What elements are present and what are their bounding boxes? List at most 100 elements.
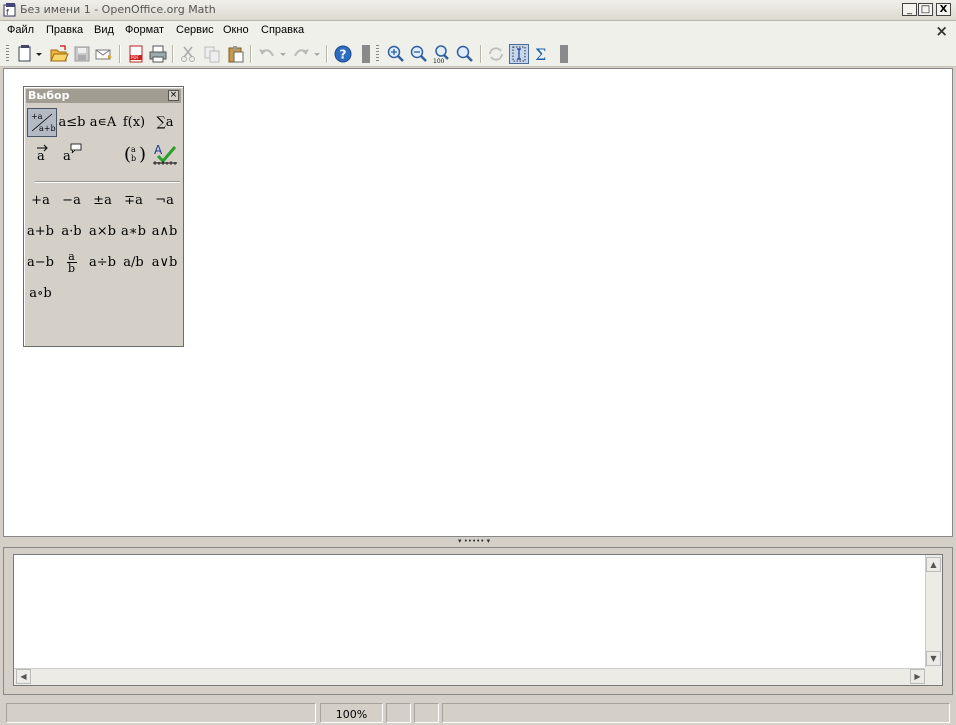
- svg-text:PDF: PDF: [131, 55, 139, 60]
- zoom-in-button[interactable]: [386, 44, 406, 64]
- menu-file[interactable]: Файл: [7, 24, 34, 36]
- op-division[interactable]: a÷b: [87, 251, 118, 275]
- zoom-status[interactable]: 100%: [320, 703, 383, 723]
- category-brackets[interactable]: ( ) a b: [119, 139, 149, 168]
- new-document-button[interactable]: [16, 44, 42, 64]
- category-unary-binary[interactable]: +a a+b: [27, 108, 57, 137]
- menu-view[interactable]: Вид: [94, 24, 114, 36]
- scroll-down-icon[interactable]: ▼: [926, 651, 941, 666]
- redo-button[interactable]: [290, 44, 320, 64]
- email-icon: [95, 49, 112, 60]
- menu-edit[interactable]: Правка: [46, 24, 83, 36]
- elements-button[interactable]: Σ: [532, 44, 552, 64]
- undo-button[interactable]: [256, 44, 286, 64]
- scissors-icon: [181, 46, 195, 62]
- speech-bubble-icon: a: [63, 143, 82, 164]
- close-document-icon[interactable]: ×: [935, 22, 948, 40]
- op-and[interactable]: a∧b: [149, 220, 180, 244]
- vertical-scrollbar[interactable]: ▲ ▼: [925, 555, 942, 668]
- menu-help[interactable]: Справка: [261, 24, 304, 36]
- op-fraction[interactable]: a b: [56, 251, 87, 275]
- formula-cursor-button[interactable]: [509, 44, 529, 64]
- help-button[interactable]: ?: [333, 44, 353, 64]
- paste-button[interactable]: [226, 44, 246, 64]
- toolbar-grip-icon[interactable]: [6, 45, 9, 63]
- save-button[interactable]: [72, 44, 92, 64]
- command-input[interactable]: ▲ ▼ ◀ ▶: [13, 554, 943, 686]
- svg-text:+a: +a: [31, 112, 43, 121]
- op-subtraction[interactable]: a−b: [25, 251, 56, 275]
- toolbar-separator: [250, 45, 252, 63]
- palette-titlebar[interactable]: Выбор ×: [26, 89, 181, 103]
- pane-splitter[interactable]: ▾ ••••• ▾: [0, 537, 956, 547]
- toolbar-grip-icon[interactable]: [376, 45, 379, 63]
- toolbar-separator: [480, 45, 482, 63]
- op-unary-minus[interactable]: −a: [56, 189, 87, 213]
- op-addition[interactable]: a+b: [25, 220, 56, 244]
- scroll-right-icon[interactable]: ▶: [910, 669, 925, 684]
- menu-tools[interactable]: Сервис: [176, 24, 214, 36]
- export-pdf-button[interactable]: PDF: [126, 44, 146, 64]
- category-operators[interactable]: ∑a: [150, 108, 180, 137]
- category-functions[interactable]: f(x): [119, 108, 149, 137]
- close-window-button[interactable]: X: [936, 3, 951, 16]
- scroll-left-icon[interactable]: ◀: [16, 669, 31, 684]
- zoom-100-button[interactable]: 100: [432, 44, 452, 64]
- svg-text:(: (: [124, 144, 131, 165]
- scroll-up-icon[interactable]: ▲: [926, 557, 941, 572]
- toolbar-overflow-icon[interactable]: [362, 45, 370, 63]
- show-all-button[interactable]: [455, 44, 475, 64]
- fraction-numerator: a: [68, 250, 75, 263]
- op-dot-product[interactable]: a·b: [56, 220, 87, 244]
- email-button[interactable]: [94, 44, 114, 64]
- update-button[interactable]: [486, 44, 506, 64]
- svg-text:A: A: [154, 143, 163, 157]
- horizontal-scrollbar[interactable]: ◀ ▶: [14, 668, 927, 685]
- menu-bar: Файл Правка Вид Формат Сервис Окно Справ…: [0, 21, 956, 41]
- toolbar-overflow-icon[interactable]: [560, 45, 568, 63]
- splitter-grip-icon: ▾ ••••• ▾: [458, 537, 491, 545]
- zoom-in-icon: [387, 45, 404, 62]
- palette-title: Выбор: [28, 89, 70, 102]
- op-minus-plus[interactable]: ∓a: [118, 189, 149, 213]
- copy-button[interactable]: [202, 44, 222, 64]
- op-concatenate[interactable]: a∘b: [25, 282, 56, 306]
- undo-icon: [259, 49, 286, 57]
- op-unary-plus[interactable]: +a: [25, 189, 56, 213]
- window-title: Без имени 1 - OpenOffice.org Math: [20, 3, 216, 16]
- zoom-value: 100%: [335, 708, 368, 721]
- minimize-button[interactable]: _: [902, 3, 917, 16]
- selection-palette: Выбор × +a a+b a≤b a∊A f(x) ∑a a a ( ) a…: [23, 86, 184, 347]
- help-icon: ?: [334, 45, 352, 63]
- printer-icon: [149, 45, 167, 63]
- svg-text:b: b: [131, 154, 136, 163]
- print-button[interactable]: [148, 44, 168, 64]
- save-icon: [74, 46, 90, 62]
- category-set-operations[interactable]: a∊A: [88, 108, 118, 137]
- op-slash[interactable]: a/b: [118, 251, 149, 275]
- menu-format[interactable]: Формат: [125, 24, 164, 36]
- op-or[interactable]: a∨b: [149, 251, 180, 275]
- category-others[interactable]: a: [57, 139, 87, 168]
- category-relations[interactable]: a≤b: [57, 108, 87, 137]
- toolbar-separator: [172, 45, 174, 63]
- scrollbar-corner: [925, 667, 942, 685]
- maximize-button[interactable]: □: [918, 3, 933, 16]
- palette-close-icon[interactable]: ×: [168, 90, 179, 101]
- svg-text:a: a: [37, 149, 45, 164]
- zoom-out-button[interactable]: [409, 44, 429, 64]
- copy-icon: [204, 46, 220, 63]
- op-plus-minus[interactable]: ±a: [87, 189, 118, 213]
- menu-window[interactable]: Окно: [223, 24, 249, 36]
- category-attributes[interactable]: a: [27, 139, 57, 168]
- open-button[interactable]: [49, 44, 69, 64]
- cut-button[interactable]: [178, 44, 198, 64]
- category-formats[interactable]: A: [150, 139, 180, 168]
- svg-text:): ): [139, 144, 146, 165]
- vector-attribute-icon: a: [37, 144, 48, 164]
- op-asterisk[interactable]: a∗b: [118, 220, 149, 244]
- op-not[interactable]: ¬a: [149, 189, 180, 213]
- math-app-icon: f: [3, 3, 16, 17]
- svg-text:a: a: [131, 145, 136, 154]
- op-multiplication[interactable]: a×b: [87, 220, 118, 244]
